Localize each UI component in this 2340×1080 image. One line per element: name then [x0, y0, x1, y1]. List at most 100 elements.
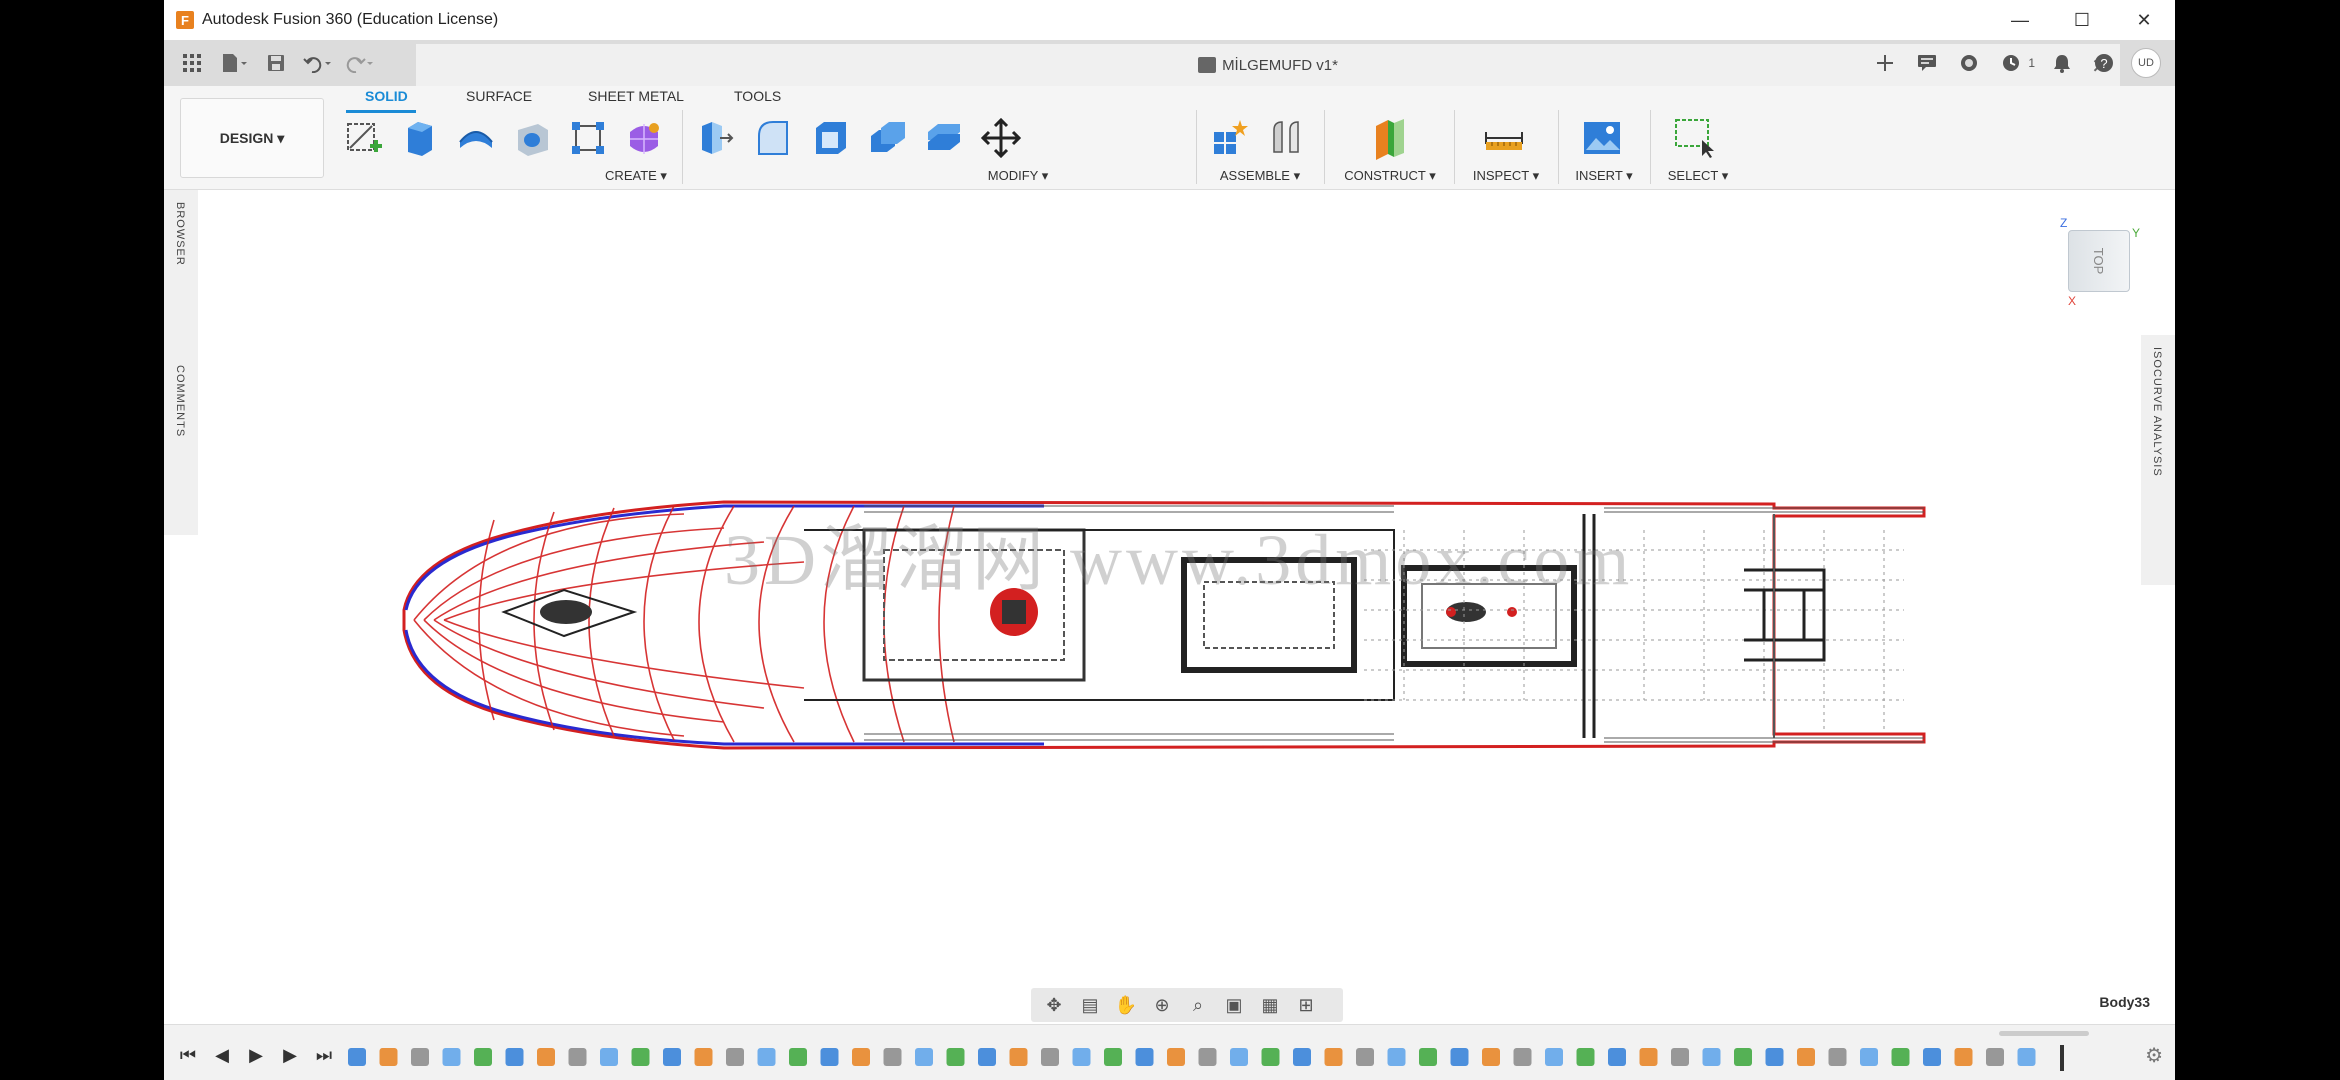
combine-icon[interactable]: [865, 116, 909, 160]
timeline-feature-icon[interactable]: [379, 1048, 398, 1066]
insert-menu[interactable]: INSERT ▾: [1575, 168, 1632, 184]
inspect-menu[interactable]: INSPECT ▾: [1473, 168, 1539, 184]
timeline-feature-icon[interactable]: [820, 1048, 839, 1066]
timeline-feature-icon[interactable]: [757, 1048, 776, 1066]
timeline-feature-icon[interactable]: [663, 1048, 681, 1066]
orbit-icon[interactable]: ✥: [1041, 993, 1067, 1017]
timeline-feature-icon[interactable]: [631, 1048, 650, 1066]
timeline-feature-icon[interactable]: [442, 1048, 461, 1066]
document-tab[interactable]: MİLGEMUFD v1* ✕: [416, 44, 2120, 86]
fillet-icon[interactable]: [751, 116, 795, 160]
isocurve-analysis-toggle[interactable]: ISOCURVE ANALYSIS: [2151, 347, 2163, 477]
timeline-feature-icon[interactable]: [1387, 1048, 1406, 1066]
timeline-feature-icon[interactable]: [348, 1048, 366, 1066]
timeline-feature-icon[interactable]: [1671, 1048, 1689, 1066]
zoom-icon[interactable]: ⊕: [1149, 993, 1175, 1017]
grid-snaps-icon[interactable]: ▦: [1257, 993, 1283, 1017]
timeline-feature-icon[interactable]: [1324, 1048, 1343, 1066]
workspace-switcher[interactable]: DESIGN ▾: [180, 98, 324, 178]
timeline-feature-icon[interactable]: [1198, 1048, 1217, 1066]
timeline-feature-icon[interactable]: [1986, 1048, 2004, 1066]
canvas-viewport[interactable]: 3D溜溜网 www.3dmox.com BROWSER COMMENTS ISO…: [164, 190, 2175, 1024]
timeline-feature-icon[interactable]: [1261, 1048, 1280, 1066]
timeline-feature-icon[interactable]: [505, 1048, 524, 1066]
timeline-feature-icon[interactable]: [883, 1048, 902, 1066]
timeline-feature-icon[interactable]: [1167, 1048, 1185, 1066]
extrude-icon[interactable]: [398, 116, 442, 160]
timeline-feature-icon[interactable]: [1576, 1048, 1595, 1066]
timeline-feature-icon[interactable]: [946, 1048, 965, 1066]
timeline-feature-icon[interactable]: [726, 1048, 744, 1066]
timeline-feature-icon[interactable]: [852, 1048, 870, 1066]
hole-icon[interactable]: [510, 116, 554, 160]
timeline-feature-icon[interactable]: [1356, 1048, 1374, 1066]
offset-face-icon[interactable]: [922, 116, 966, 160]
timeline-feature-icon[interactable]: [1450, 1048, 1469, 1066]
revolve-icon[interactable]: [454, 116, 498, 160]
press-pull-icon[interactable]: [694, 116, 738, 160]
timeline-features[interactable]: [348, 1045, 2068, 1071]
timeline-feature-icon[interactable]: [915, 1048, 933, 1066]
timeline-feature-icon[interactable]: [1860, 1048, 1878, 1066]
fit-icon[interactable]: ⌕: [1185, 993, 1211, 1017]
timeline-feature-icon[interactable]: [1104, 1048, 1122, 1066]
tab-surface[interactable]: SURFACE: [462, 88, 536, 104]
timeline-feature-icon[interactable]: [600, 1048, 618, 1066]
timeline-feature-icon[interactable]: [1072, 1048, 1091, 1066]
timeline-feature-icon[interactable]: [1608, 1048, 1626, 1066]
timeline-feature-icon[interactable]: [1230, 1048, 1248, 1066]
pan-hand-icon[interactable]: ✋: [1113, 993, 1139, 1017]
select-menu[interactable]: SELECT ▾: [1668, 168, 1728, 184]
modify-menu[interactable]: MODIFY ▾: [988, 168, 1048, 184]
timeline-feature-icon[interactable]: [1734, 1048, 1752, 1066]
comments-panel-toggle[interactable]: COMMENTS: [174, 365, 186, 437]
timeline-feature-icon[interactable]: [694, 1048, 713, 1066]
undo-icon[interactable]: [300, 48, 336, 78]
tab-sheet-metal[interactable]: SHEET METAL: [584, 88, 688, 104]
go-to-end-icon[interactable]: ⏭: [310, 1041, 338, 1069]
move-copy-icon[interactable]: [979, 116, 1023, 160]
construct-plane-icon[interactable]: [1368, 116, 1412, 160]
rectangular-pattern-icon[interactable]: [566, 116, 610, 160]
shell-icon[interactable]: [808, 116, 852, 160]
assemble-menu[interactable]: ASSEMBLE ▾: [1220, 168, 1300, 184]
timeline-feature-icon[interactable]: [1135, 1048, 1154, 1066]
timeline-feature-icon[interactable]: [1041, 1048, 1059, 1066]
save-icon[interactable]: [258, 48, 294, 78]
step-forward-icon[interactable]: ▶: [276, 1041, 304, 1069]
chat-icon[interactable]: [1912, 48, 1942, 78]
help-icon[interactable]: ?: [2089, 48, 2119, 78]
play-icon[interactable]: ▶: [242, 1041, 270, 1069]
create-form-icon[interactable]: [622, 116, 666, 160]
timeline-feature-icon[interactable]: [1009, 1048, 1028, 1066]
timeline-feature-icon[interactable]: [411, 1048, 429, 1066]
create-menu[interactable]: CREATE ▾: [605, 168, 667, 184]
joint-icon[interactable]: [1264, 116, 1308, 160]
timeline-feature-icon[interactable]: [1419, 1048, 1437, 1066]
minimize-button[interactable]: —: [1989, 0, 2051, 40]
redo-icon[interactable]: [342, 48, 378, 78]
timeline-feature-icon[interactable]: [474, 1048, 492, 1066]
viewcube[interactable]: TOP Z Y X: [2060, 216, 2140, 308]
timeline-feature-icon[interactable]: [1513, 1048, 1532, 1066]
timeline-feature-icon[interactable]: [537, 1048, 555, 1066]
look-at-icon[interactable]: ▤: [1077, 993, 1103, 1017]
timeline-marker[interactable]: [2060, 1045, 2064, 1071]
timeline-feature-icon[interactable]: [1293, 1048, 1311, 1066]
create-sketch-icon[interactable]: [342, 116, 386, 160]
viewcube-top-face[interactable]: TOP: [2068, 230, 2130, 292]
viewports-icon[interactable]: ⊞: [1293, 993, 1319, 1017]
timeline-feature-icon[interactable]: [568, 1048, 587, 1066]
extensions-icon[interactable]: [1954, 48, 1984, 78]
job-status-icon[interactable]: [1996, 48, 2026, 78]
timeline-feature-icon[interactable]: [1482, 1048, 1500, 1066]
notifications-bell-icon[interactable]: [2047, 48, 2077, 78]
data-panel-grid-icon[interactable]: [174, 48, 210, 78]
timeline-feature-icon[interactable]: [1545, 1048, 1563, 1066]
timeline-feature-icon[interactable]: [1891, 1048, 1910, 1066]
ship-hull-model[interactable]: [164, 190, 2175, 1024]
display-settings-icon[interactable]: ▣: [1221, 993, 1247, 1017]
file-menu-icon[interactable]: [216, 48, 252, 78]
new-component-icon[interactable]: [1208, 116, 1252, 160]
timeline-feature-icon[interactable]: [1923, 1048, 1941, 1066]
